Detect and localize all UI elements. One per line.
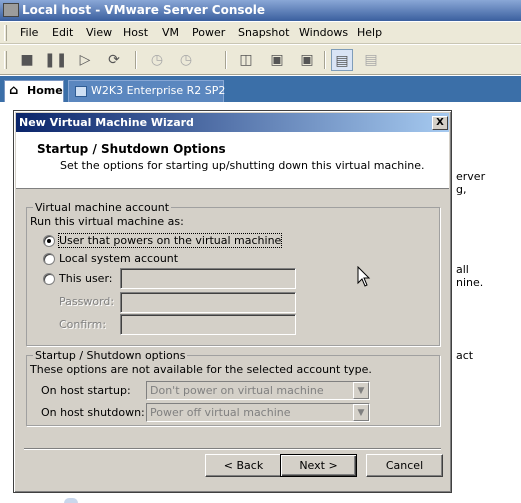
virtual-machine-icon xyxy=(75,86,87,97)
radio-user-powers-on[interactable] xyxy=(43,235,55,247)
background-text: g, xyxy=(456,183,467,196)
menu-snapshot[interactable]: Snapshot xyxy=(238,26,289,39)
reset-icon[interactable]: ⟳ xyxy=(103,49,125,71)
appliance-icon[interactable]: ▤ xyxy=(360,49,382,71)
host-shutdown-label: On host shutdown: xyxy=(41,406,145,419)
run-as-label: Run this virtual machine as: xyxy=(30,215,184,228)
dialog-title-bar[interactable]: New Virtual Machine Wizard X xyxy=(16,113,449,132)
this-user-label[interactable]: This user: xyxy=(59,272,112,285)
background-text: erver xyxy=(456,170,486,183)
pause-icon[interactable]: ❚❚ xyxy=(44,49,67,71)
tab-vm-label: W2K3 Enterprise R2 SP2 xyxy=(91,84,226,97)
options-unavailable-note: These options are not available for the … xyxy=(30,363,372,376)
background-text: all xyxy=(456,263,469,276)
mouse-pointer-icon xyxy=(357,266,371,287)
fullscreen-icon[interactable]: ▣ xyxy=(266,49,288,71)
stop-icon[interactable]: ■ xyxy=(16,49,38,71)
wizard-header: Startup / Shutdown Options Set the optio… xyxy=(16,132,449,189)
toolbar-grip xyxy=(4,51,7,69)
user-powers-on-label[interactable]: User that powers on the virtual machine xyxy=(57,233,283,248)
new-vm-wizard-dialog: New Virtual Machine Wizard X Startup / S… xyxy=(13,110,452,493)
vm-account-legend: Virtual machine account xyxy=(33,201,172,214)
background-icon xyxy=(64,498,78,503)
menu-bar: File Edit View Host VM Power Snapshot Wi… xyxy=(0,22,521,44)
menu-vm[interactable]: VM xyxy=(162,26,179,39)
toolbar: ■ ❚❚ ▷ ⟳ ◷ ◷ ◫ ▣ ▣ ▤ ▤ xyxy=(0,45,521,75)
host-shutdown-value: Power off virtual machine xyxy=(150,406,291,419)
wizard-step-title: Startup / Shutdown Options xyxy=(37,142,226,156)
radio-this-user[interactable] xyxy=(43,273,55,285)
startup-shutdown-group: Startup / Shutdown options These options… xyxy=(26,349,440,426)
revert-icon[interactable]: ◷ xyxy=(175,49,197,71)
menu-edit[interactable]: Edit xyxy=(52,26,73,39)
tab-home-label: Home xyxy=(27,84,63,97)
host-shutdown-select[interactable]: Power off virtual machine ▼ xyxy=(146,403,370,422)
confirm-label: Confirm: xyxy=(59,318,107,331)
host-startup-label: On host startup: xyxy=(41,384,131,397)
cancel-button[interactable]: Cancel xyxy=(366,454,443,477)
background-text: act xyxy=(456,349,474,362)
vm-account-group: Virtual machine account Run this virtual… xyxy=(26,201,440,346)
summary-icon[interactable]: ▤ xyxy=(331,49,353,71)
menu-file[interactable]: File xyxy=(20,26,38,39)
next-button[interactable]: Next > xyxy=(280,454,357,477)
confirm-field[interactable] xyxy=(120,314,296,335)
wizard-step-subtitle: Set the options for starting up/shutting… xyxy=(60,159,425,172)
quick-switch-icon[interactable]: ▣ xyxy=(296,49,318,71)
menu-power[interactable]: Power xyxy=(192,26,225,39)
tab-vm[interactable]: W2K3 Enterprise R2 SP2 xyxy=(68,80,226,102)
user-field[interactable] xyxy=(120,268,296,289)
toolbar-separator xyxy=(324,51,326,69)
radio-local-system[interactable] xyxy=(43,253,55,265)
toolbar-separator xyxy=(225,51,227,69)
home-icon: ⌂ xyxy=(9,83,19,98)
host-startup-select[interactable]: Don't power on virtual machine ▼ xyxy=(146,381,370,400)
menu-host[interactable]: Host xyxy=(123,26,148,39)
chevron-down-icon[interactable]: ▼ xyxy=(353,404,369,421)
back-button[interactable]: < Back xyxy=(205,454,282,477)
tab-home[interactable]: ⌂ Home xyxy=(4,80,64,102)
startup-shutdown-legend: Startup / Shutdown options xyxy=(33,349,188,362)
close-button[interactable]: X xyxy=(432,116,448,130)
vmware-app-icon xyxy=(3,3,19,17)
menu-grip xyxy=(4,25,7,41)
toolbar-separator xyxy=(135,51,137,69)
dialog-title: New Virtual Machine Wizard xyxy=(19,116,194,129)
password-field[interactable] xyxy=(120,292,296,313)
chevron-down-icon[interactable]: ▼ xyxy=(353,382,369,399)
window-title-bar[interactable]: Local host - VMware Server Console xyxy=(0,0,521,21)
host-startup-value: Don't power on virtual machine xyxy=(150,384,324,397)
window-title: Local host - VMware Server Console xyxy=(22,3,266,17)
background-text: nine. xyxy=(456,276,484,289)
tab-strip: ⌂ Home W2K3 Enterprise R2 SP2 xyxy=(0,76,521,102)
console-view-icon[interactable]: ◫ xyxy=(235,49,257,71)
snapshot-icon[interactable]: ◷ xyxy=(146,49,168,71)
password-label: Password: xyxy=(59,295,115,308)
play-icon[interactable]: ▷ xyxy=(74,49,96,71)
local-system-label[interactable]: Local system account xyxy=(59,252,178,265)
menu-help[interactable]: Help xyxy=(357,26,382,39)
menu-windows[interactable]: Windows xyxy=(299,26,348,39)
dialog-divider xyxy=(24,448,441,450)
menu-view[interactable]: View xyxy=(86,26,112,39)
